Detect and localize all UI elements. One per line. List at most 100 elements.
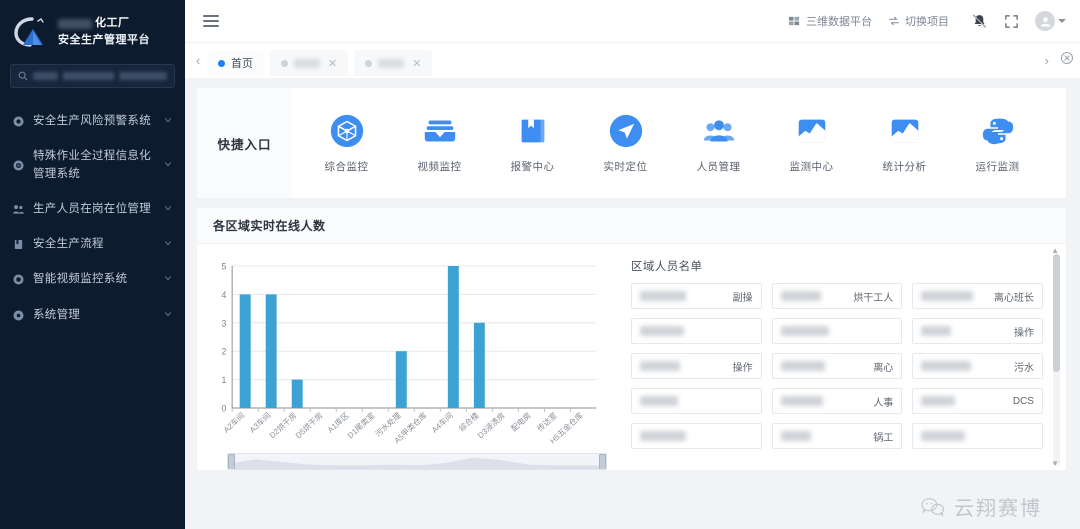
chart-bar	[447, 266, 459, 408]
personnel-item[interactable]	[912, 423, 1043, 449]
personnel-item[interactable]: 烘干工人	[771, 283, 903, 309]
chart-y-tick-label: 2	[221, 347, 226, 357]
personnel-item[interactable]: 人事	[771, 388, 903, 414]
personnel-role: 污水	[1013, 362, 1034, 374]
personnel-scrollbar-thumb[interactable]	[1053, 254, 1060, 372]
personnel-item[interactable]: 操作	[912, 318, 1043, 344]
quick-item-alarm-center[interactable]: 报警中心	[486, 112, 579, 174]
sidebar-item-safety-process[interactable]: 安全生产流程	[0, 227, 185, 262]
tab-scroll-right-button[interactable]: ›	[1045, 53, 1049, 68]
app-root: 化工厂 安全生产管理平台 安全生产风险预警系统 特殊作业全过程信息化管理系统 生…	[0, 0, 1080, 529]
tab-close-all-button[interactable]	[1060, 51, 1074, 70]
datazoom-handle-right[interactable]	[599, 454, 606, 469]
switch-icon	[889, 16, 899, 26]
chart-x-label: A1库区	[325, 410, 350, 435]
quick-item-label: 综合监控	[324, 161, 369, 173]
chart-y-tick-label: 5	[221, 261, 226, 271]
personnel-item[interactable]: 副操	[631, 283, 762, 309]
chart-x-label: D3浸渍房	[475, 410, 506, 440]
sidebar-menu: 安全生产风险预警系统 特殊作业全过程信息化管理系统 生产人员在岗在位管理 安全生…	[0, 104, 185, 333]
switch-project-button[interactable]: 切换项目	[888, 13, 949, 29]
quick-item-statistics-analysis[interactable]: 统计分析	[858, 112, 951, 174]
main-area: 三维数据平台 切换项目 ‹ 首页 ✕ ✕ › 快捷入口 综合监控 视频监控 报警…	[185, 0, 1080, 529]
chart-bar	[473, 322, 485, 408]
close-icon[interactable]: ✕	[412, 57, 421, 70]
quick-item-operation-monitor[interactable]: 运行监测	[951, 112, 1044, 174]
user-menu[interactable]	[1035, 11, 1066, 31]
quick-item-realtime-location[interactable]: 实时定位	[579, 112, 672, 174]
chart-area-icon	[793, 112, 831, 150]
chart-x-label: A2车间	[221, 410, 246, 435]
personnel-item[interactable]	[631, 388, 762, 414]
sidebar-item-special-operation[interactable]: 特殊作业全过程信息化管理系统	[0, 139, 185, 192]
chart-datazoom-slider[interactable]	[227, 453, 607, 470]
grid-3d-icon	[788, 16, 800, 26]
sidebar-item-label: 生产人员在岗在位管理	[33, 202, 151, 215]
personnel-name-redacted	[640, 396, 678, 406]
tab-status-dot	[218, 59, 225, 67]
gear-icon	[12, 115, 25, 128]
sidebar-item-video-monitor[interactable]: 智能视频监控系统	[0, 262, 185, 297]
platform-link[interactable]: 三维数据平台	[788, 13, 872, 29]
quick-item-monitor-center[interactable]: 监测中心	[765, 112, 858, 174]
fullscreen-icon[interactable]	[1004, 14, 1019, 29]
tab-item[interactable]: ✕	[270, 50, 349, 76]
chart-y-tick-label: 1	[221, 375, 226, 385]
tab-status-dot	[281, 59, 288, 67]
datazoom-handle-left[interactable]	[228, 454, 235, 469]
topbar-icons	[971, 11, 1066, 31]
tabbar: ‹ 首页 ✕ ✕ ›	[185, 42, 1080, 78]
brand-subtitle: 安全生产管理平台	[58, 33, 150, 46]
personnel-item[interactable]	[631, 423, 762, 449]
sidebar-item-staff-attendance[interactable]: 生产人员在岗在位管理	[0, 192, 185, 227]
online-personnel-panel: 各区域实时在线人数 012345 A2车间 A3车间 D2烘干房 D5烘干房 A1库区 D…	[197, 208, 1066, 470]
sidebar-item-label: 安全生产风险预警系统	[33, 115, 151, 127]
personnel-item[interactable]: DCS	[912, 388, 1043, 414]
chart-bar	[239, 294, 251, 408]
personnel-scrollbar-track[interactable]	[1053, 254, 1060, 466]
personnel-role: 操作	[732, 362, 753, 374]
tab-label: 首页	[231, 58, 253, 70]
tab-status-dot	[365, 59, 373, 67]
tab-home[interactable]: 首页	[207, 50, 264, 76]
personnel-item[interactable]	[771, 318, 903, 344]
scroll-down-arrow[interactable]: ▼	[1051, 459, 1059, 468]
personnel-item[interactable]: 离心	[771, 353, 903, 379]
personnel-role: 烘干工人	[853, 292, 894, 304]
chart-x-label: A4车间	[429, 410, 454, 435]
panel-title: 各区域实时在线人数	[197, 208, 1066, 244]
video-archive-icon	[421, 112, 459, 150]
personnel-item[interactable]: 锅工	[771, 423, 903, 449]
tab-item[interactable]: ✕	[354, 50, 433, 76]
personnel-name-redacted	[921, 326, 952, 336]
chevron-down-icon	[163, 238, 173, 251]
quick-item-personnel-management[interactable]: 人员管理	[672, 112, 765, 174]
sidebar-item-system-management[interactable]: 系统管理	[0, 298, 185, 333]
area-online-count-chart[interactable]: 0 1 2 3 4 5 A2车间 A3车间 D2烘干房 D5烘干房 A1库区 D1尾类室 污水处理 A5…	[197, 244, 617, 470]
brand-header: 化工厂 安全生产管理平台	[0, 0, 185, 56]
personnel-item[interactable]: 操作	[631, 353, 762, 379]
avatar	[1035, 11, 1055, 31]
tab-scroll-left-button[interactable]: ‹	[189, 53, 207, 68]
personnel-list-title: 区域人员名单	[631, 261, 703, 273]
platform-link-label: 三维数据平台	[806, 16, 872, 28]
personnel-role: 离心班长	[993, 292, 1034, 304]
chart-x-axis-labels: A2车间 A3车间D2烘干房D5烘干房 A1库区D1尾类室污水处理A5甲类仓库 A4车…	[221, 410, 585, 446]
chart-y-axis-labels: 0 1 2 3 4 5	[221, 261, 226, 413]
sidebar-item-risk-warning[interactable]: 安全生产风险预警系统	[0, 104, 185, 139]
quick-item-comprehensive-monitor[interactable]: 综合监控	[300, 112, 393, 174]
chart-x-label: D1尾类室	[345, 410, 376, 440]
personnel-item[interactable]: 离心班长	[912, 283, 1043, 309]
personnel-item[interactable]	[631, 318, 762, 344]
menu-toggle-button[interactable]	[203, 15, 219, 27]
quick-item-video-monitor[interactable]: 视频监控	[393, 112, 486, 174]
quick-item-label: 监测中心	[789, 161, 834, 173]
personnel-name-redacted	[921, 291, 974, 301]
bell-muted-icon[interactable]	[971, 13, 988, 30]
brand-name-redacted	[58, 18, 92, 29]
menu-search-input[interactable]	[10, 64, 175, 88]
personnel-item[interactable]: 污水	[912, 353, 1043, 379]
close-icon[interactable]: ✕	[328, 57, 337, 70]
tab-list: 首页 ✕ ✕	[207, 43, 1039, 78]
personnel-name-redacted	[780, 361, 825, 371]
